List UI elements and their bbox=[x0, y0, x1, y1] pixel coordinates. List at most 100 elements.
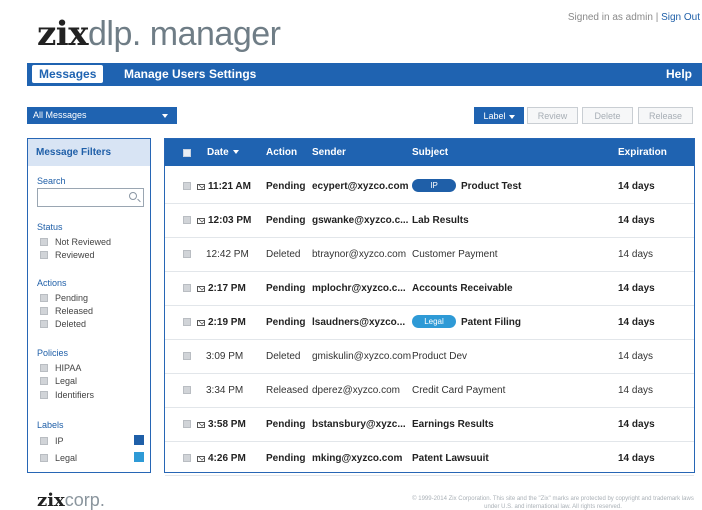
sort-down-icon bbox=[232, 150, 239, 155]
table-row[interactable]: 2:19 PM Pending lsaudners@xyzco... Legal Pat… bbox=[165, 306, 694, 340]
nav-messages[interactable]: Messages bbox=[32, 65, 104, 83]
row-checkbox[interactable] bbox=[183, 318, 191, 326]
row-expiration: 14 days bbox=[618, 351, 654, 362]
checkbox-reviewed[interactable] bbox=[40, 251, 48, 259]
checkbox-legal-policy[interactable] bbox=[40, 377, 48, 385]
table-header: Date Action Sender Subject Expiration bbox=[165, 139, 694, 166]
label-button[interactable]: Label bbox=[474, 107, 524, 124]
footer-logo-corp: corp. bbox=[64, 490, 105, 510]
status-label: Status bbox=[37, 222, 63, 232]
col-sender[interactable]: Sender bbox=[312, 147, 346, 158]
row-subject: Patent Filing bbox=[461, 317, 521, 328]
release-button[interactable]: Release bbox=[638, 107, 693, 124]
logo-zix: zix bbox=[37, 14, 89, 54]
select-all-checkbox[interactable] bbox=[183, 149, 191, 157]
nav-settings[interactable]: Settings bbox=[209, 67, 256, 81]
row-action: Deleted bbox=[266, 249, 301, 260]
row-expiration: 14 days bbox=[618, 317, 655, 328]
row-expiration: 14 days bbox=[618, 249, 654, 260]
row-sender: mking@xyzco.com bbox=[312, 453, 403, 464]
search-input[interactable] bbox=[37, 188, 144, 207]
filter-identifiers: Identifiers bbox=[55, 390, 95, 400]
row-checkbox[interactable] bbox=[183, 454, 191, 462]
checkbox-identifiers[interactable] bbox=[40, 391, 48, 399]
row-checkbox[interactable] bbox=[183, 216, 191, 224]
filter-hipaa: HIPAA bbox=[55, 363, 82, 373]
envelope-icon bbox=[197, 320, 205, 326]
policies-label: Policies bbox=[37, 348, 69, 358]
filter-pending: Pending bbox=[55, 293, 89, 303]
row-sender: lsaudners@xyzco... bbox=[312, 317, 406, 328]
col-expiration[interactable]: Expiration bbox=[618, 147, 667, 158]
checkbox-ip-label[interactable] bbox=[40, 437, 48, 445]
row-subject: Earnings Results bbox=[412, 419, 494, 430]
envelope-icon bbox=[197, 286, 205, 292]
checkbox-deleted[interactable] bbox=[40, 320, 48, 328]
row-action: Pending bbox=[266, 419, 306, 430]
table-row[interactable]: 3:09 PM Deleted gmiskulin@xyzco.com Product… bbox=[165, 340, 694, 374]
filter-legal-label: Legal bbox=[55, 453, 78, 463]
message-table: Date Action Sender Subject Expiration 11… bbox=[164, 138, 695, 476]
filter-legal-policy: Legal bbox=[55, 376, 78, 386]
col-subject[interactable]: Subject bbox=[412, 147, 448, 158]
row-expiration: 14 days bbox=[618, 215, 655, 226]
filter-deleted: Deleted bbox=[55, 319, 87, 329]
table-row[interactable]: 12:03 PM Pending gswanke@xyzco.c... Lab Res… bbox=[165, 204, 694, 238]
checkbox-pending[interactable] bbox=[40, 294, 48, 302]
col-action[interactable]: Action bbox=[266, 147, 297, 158]
checkbox-hipaa[interactable] bbox=[40, 364, 48, 372]
search-label: Search bbox=[37, 176, 66, 186]
row-checkbox[interactable] bbox=[183, 182, 191, 190]
row-checkbox[interactable] bbox=[183, 386, 191, 394]
review-button[interactable]: Review bbox=[527, 107, 578, 124]
checkbox-released[interactable] bbox=[40, 307, 48, 315]
row-date: 3:09 PM bbox=[206, 351, 244, 362]
envelope-icon bbox=[197, 218, 205, 224]
envelope-icon bbox=[197, 422, 205, 428]
row-date: 11:21 AM bbox=[208, 181, 251, 192]
footer-logo: zixcorp. bbox=[37, 490, 105, 510]
filter-not-reviewed: Not Reviewed bbox=[55, 237, 112, 247]
search-icon[interactable] bbox=[129, 192, 137, 200]
checkbox-legal-label[interactable] bbox=[40, 454, 48, 462]
table-row[interactable]: 11:21 AM Pending ecypert@xyzco.com IP Produc… bbox=[165, 170, 694, 204]
sign-out-link[interactable]: Sign Out bbox=[661, 12, 700, 23]
checkbox-not-reviewed[interactable] bbox=[40, 238, 48, 246]
signed-in-info: Signed in as admin | Sign Out bbox=[568, 12, 700, 23]
row-action: Pending bbox=[266, 317, 306, 328]
row-checkbox[interactable] bbox=[183, 284, 191, 292]
table-row[interactable]: 4:26 PM Pending mking@xyzco.com Patent Laws… bbox=[165, 442, 694, 476]
copyright-text: © 1999-2014 Zix Corporation. This site a… bbox=[412, 496, 694, 510]
row-date: 12:42 PM bbox=[206, 249, 249, 260]
row-date: 3:58 PM bbox=[208, 419, 246, 430]
signed-in-text: Signed in as admin | bbox=[567, 12, 662, 23]
row-expiration: 14 days bbox=[618, 283, 655, 294]
nav-help[interactable]: Help bbox=[666, 67, 692, 81]
row-checkbox[interactable] bbox=[183, 420, 191, 428]
row-sender: bstansbury@xyzc... bbox=[312, 419, 406, 430]
header: zixdlp. manager Signed in as admin | Sig… bbox=[0, 0, 702, 62]
table-row[interactable]: 3:34 PM Released dperez@xyzco.com Credit Ca… bbox=[165, 374, 694, 408]
actions-label: Actions bbox=[37, 278, 67, 288]
row-action: Pending bbox=[266, 181, 306, 192]
table-row[interactable]: 2:17 PM Pending mplochr@xyzco.c... Accounts… bbox=[165, 272, 694, 306]
row-date: 2:17 PM bbox=[208, 283, 246, 294]
row-action: Pending bbox=[266, 215, 306, 226]
col-date[interactable]: Date bbox=[207, 147, 239, 158]
row-date: 12:03 PM bbox=[208, 215, 252, 226]
row-sender: gswanke@xyzco.c... bbox=[312, 215, 409, 226]
row-expiration: 14 days bbox=[618, 453, 655, 464]
row-action: Pending bbox=[266, 283, 306, 294]
row-sender: dperez@xyzco.com bbox=[312, 385, 400, 396]
row-checkbox[interactable] bbox=[183, 250, 191, 258]
logo-product: dlp. manager bbox=[88, 15, 281, 53]
message-filter-select[interactable]: All Messages bbox=[27, 107, 177, 124]
label-tag: IP bbox=[412, 179, 456, 192]
nav-manage-users[interactable]: Manage Users bbox=[124, 67, 205, 81]
ip-color-swatch bbox=[134, 435, 144, 445]
row-subject: Product Test bbox=[461, 181, 522, 192]
row-checkbox[interactable] bbox=[183, 352, 191, 360]
table-row[interactable]: 3:58 PM Pending bstansbury@xyzc... Earnings… bbox=[165, 408, 694, 442]
table-row[interactable]: 12:42 PM Deleted btraynor@xyzco.com Custome… bbox=[165, 238, 694, 272]
delete-button[interactable]: Delete bbox=[582, 107, 633, 124]
